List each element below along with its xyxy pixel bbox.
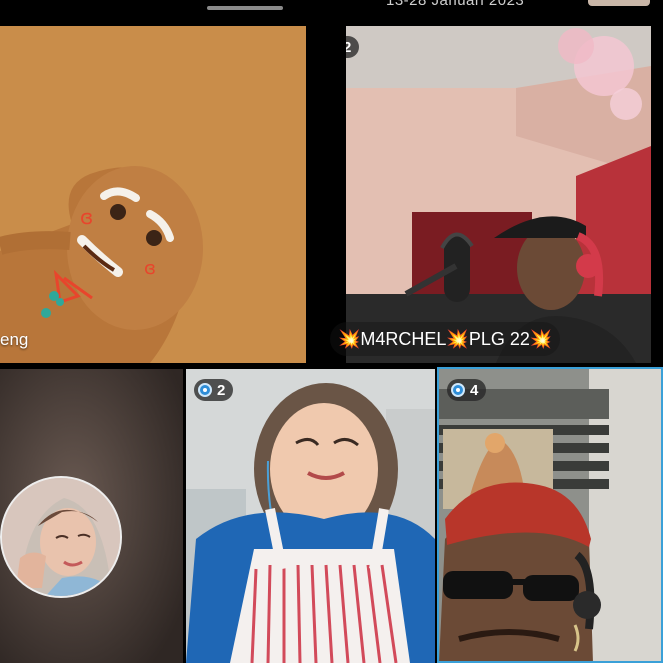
gingerbread-avatar-image: ɞ ɞ xyxy=(0,26,306,363)
participant-badge: 4 xyxy=(447,379,487,401)
badge-count: 2 xyxy=(346,38,352,56)
participant-video-m4rchel xyxy=(346,26,651,363)
badge-count: 4 xyxy=(470,381,479,399)
participant-tile-sunglasses[interactable]: 4 xyxy=(439,369,663,663)
participant-tile-m4rchel[interactable]: 2 xyxy=(346,26,651,363)
badge-icon xyxy=(451,383,465,397)
participant-video-apron xyxy=(186,369,435,663)
drag-handle[interactable] xyxy=(207,6,283,10)
top-bar: 13-28 Januari 2023 xyxy=(0,0,663,26)
participant-name: eng xyxy=(0,330,29,349)
event-date-text: 13-28 Januari 2023 xyxy=(386,0,525,9)
participant-avatar[interactable] xyxy=(0,476,122,598)
avatar-photo xyxy=(2,478,120,596)
participant-badge: 2 xyxy=(194,379,234,401)
participant-tile-apron[interactable]: 2 xyxy=(186,369,435,663)
svg-text:ɞ: ɞ xyxy=(144,258,156,279)
svg-text:ɞ: ɞ xyxy=(80,205,93,229)
participant-tile-gingerbread[interactable]: ɞ ɞ eng xyxy=(0,26,306,363)
participant-video-sunglasses xyxy=(439,369,663,663)
badge-count: 2 xyxy=(217,381,226,399)
badge-icon xyxy=(198,383,212,397)
host-avatar[interactable] xyxy=(588,0,650,6)
participant-name-pill: 💥M4RCHEL💥PLG 22💥 xyxy=(330,322,561,356)
